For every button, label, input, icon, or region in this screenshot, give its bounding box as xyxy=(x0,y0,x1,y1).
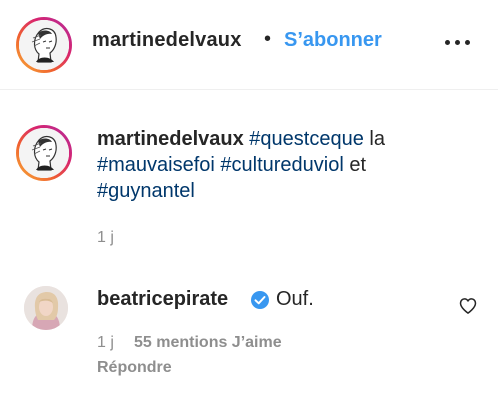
hashtag-link[interactable]: #mauvaisefoi xyxy=(97,154,215,176)
caption-timestamp[interactable]: 1 j xyxy=(97,229,114,247)
reply-likes-count[interactable]: 55 mentions J’aime xyxy=(134,334,282,352)
reply-text: Ouf. xyxy=(276,288,314,310)
caption-text-segment: et xyxy=(343,154,367,176)
avatar-portrait-image xyxy=(19,128,69,178)
follow-button[interactable]: S’abonner xyxy=(284,29,382,52)
reply-button[interactable]: Répondre xyxy=(97,359,172,377)
hashtag-link[interactable]: #guynantel xyxy=(97,180,195,202)
like-heart-icon[interactable] xyxy=(458,296,478,316)
verified-badge-icon xyxy=(251,291,269,309)
post-header: martinedelvaux • S’abonner xyxy=(0,0,498,90)
caption-text-segment: la xyxy=(363,128,385,150)
reply-timestamp[interactable]: 1 j xyxy=(97,334,114,352)
more-options-icon[interactable] xyxy=(444,36,472,50)
hashtag-link[interactable]: #questceque xyxy=(249,128,364,150)
reply-username[interactable]: beatricepirate xyxy=(97,288,228,311)
header-username[interactable]: martinedelvaux xyxy=(92,29,242,52)
avatar-photo-image xyxy=(24,286,68,330)
reply-avatar-beatricepirate[interactable] xyxy=(24,286,68,330)
caption-text: martinedelvaux #questceque la #mauvaisef… xyxy=(97,126,467,204)
avatar-portrait-image xyxy=(19,20,69,70)
caption-avatar-martinedelvaux[interactable] xyxy=(16,125,72,181)
profile-avatar-martinedelvaux[interactable] xyxy=(16,17,72,73)
header-separator: • xyxy=(264,28,272,50)
caption-username[interactable]: martinedelvaux xyxy=(97,128,244,150)
hashtag-link[interactable]: #cultureduviol xyxy=(220,154,343,176)
